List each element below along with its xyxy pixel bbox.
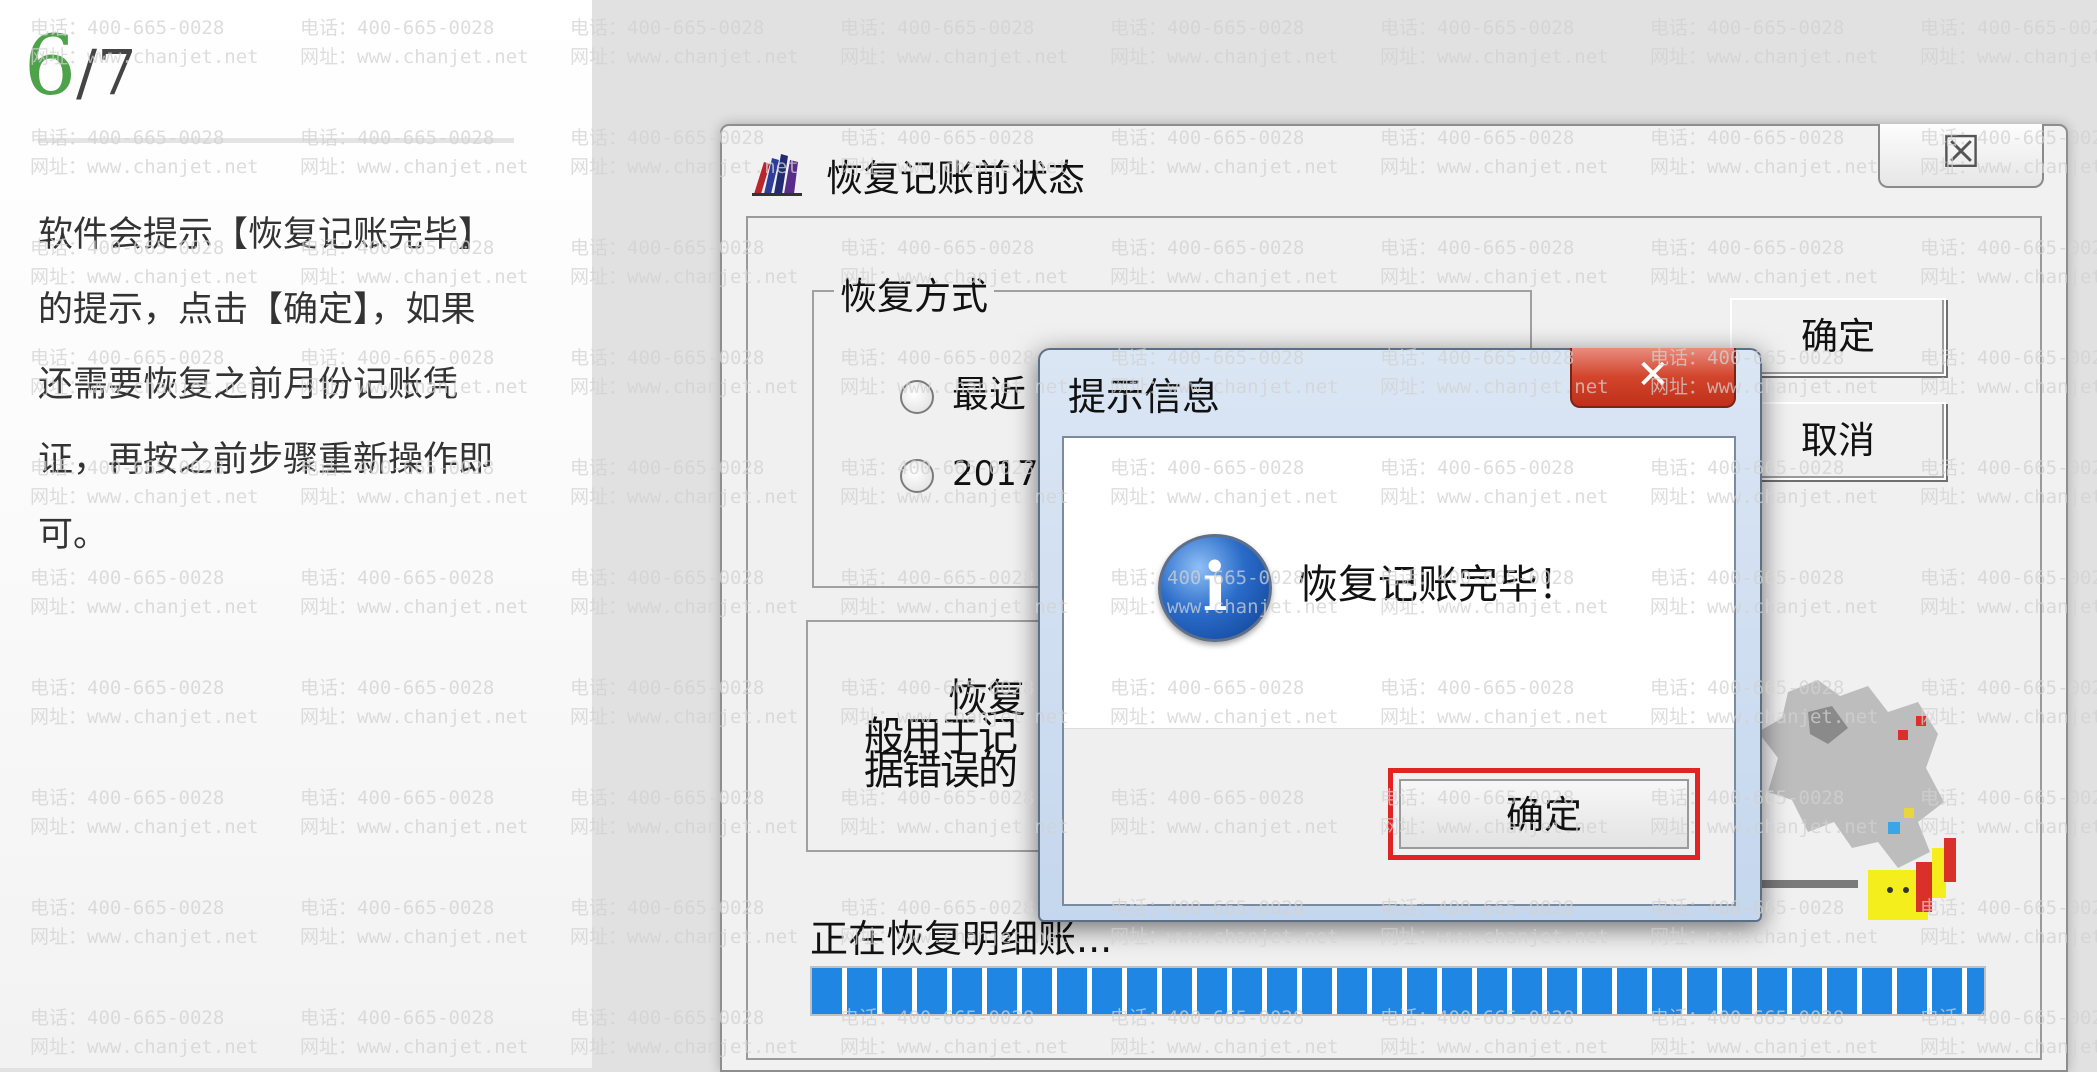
- close-icon: ☒: [1941, 127, 1981, 178]
- watermark-text: 电话：400-665-0028网址：www.chanjet.net: [570, 17, 799, 68]
- step-divider: [38, 138, 514, 143]
- radio-circle-icon: [900, 379, 934, 414]
- close-icon: ✕: [1636, 352, 1670, 398]
- message-ok-button[interactable]: 确定: [1388, 768, 1700, 860]
- info-icon: i: [1158, 534, 1272, 642]
- restore-dialog-title: 恢复记账前状态: [826, 157, 1085, 200]
- watermark-text: 电话：400-665-0028网址：www.chanjet.net: [840, 17, 1069, 68]
- radio-circle-icon: [900, 458, 934, 493]
- progress-fill: [812, 968, 1984, 1014]
- watermark-text: 电话：400-665-0028网址：www.chanjet.net: [1920, 17, 2097, 68]
- message-box-title: 提示信息: [1068, 375, 1221, 419]
- message-box: 提示信息 ✕ i 恢复记账完毕！ 确定: [1038, 348, 1762, 922]
- watermark-text: 电话：400-665-0028网址：www.chanjet.net: [1650, 17, 1879, 68]
- message-box-body: i 恢复记账完毕！ 确定: [1062, 436, 1736, 906]
- watermark-text: 电话：400-665-0028网址：www.chanjet.net: [1110, 17, 1339, 68]
- step-counter: 6/7: [24, 26, 137, 108]
- restore-animation-icon: [1748, 680, 1956, 920]
- radio-2017[interactable]: 2017: [900, 454, 1039, 494]
- restore-cancel-button[interactable]: 取消: [1730, 402, 1946, 480]
- radio-latest[interactable]: 最近: [900, 364, 1026, 418]
- description-line: 据错误的: [864, 748, 1018, 794]
- message-ok-label: 确定: [1399, 779, 1689, 849]
- restore-dialog-titlebar: 恢复记账前状态 ☒: [722, 124, 2066, 208]
- restore-dialog-close-button[interactable]: ☒: [1878, 124, 2044, 188]
- instruction-panel: 6/7 软件会提示【恢复记账完毕】的提示，点击【确定】，如果还需要恢复之前月份记…: [0, 0, 592, 1068]
- step-total: /7: [76, 36, 137, 109]
- restore-ok-button[interactable]: 确定: [1730, 298, 1946, 376]
- radio-latest-label: 最近: [952, 373, 1026, 416]
- step-current: 6: [24, 19, 77, 114]
- radio-2017-label: 2017: [952, 454, 1039, 494]
- message-text: 恢复记账完毕！: [1298, 562, 1578, 608]
- progress-bar: [810, 966, 1986, 1016]
- instruction-text: 软件会提示【恢复记账完毕】的提示，点击【确定】，如果还需要恢复之前月份记账凭证，…: [38, 215, 494, 555]
- ledger-books-icon: [752, 154, 802, 196]
- message-box-close-button[interactable]: ✕: [1570, 348, 1736, 408]
- restore-mode-label: 恢复方式: [834, 266, 994, 320]
- watermark-text: 电话：400-665-0028网址：www.chanjet.net: [1380, 17, 1609, 68]
